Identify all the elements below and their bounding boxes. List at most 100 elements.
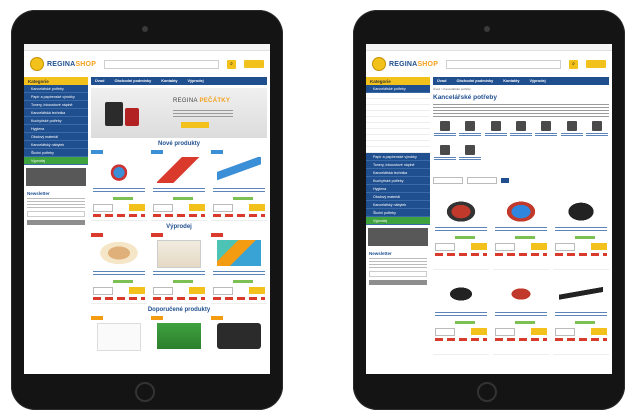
category-item[interactable]: Kancelářský nábytek bbox=[24, 141, 88, 149]
subcategory-tile[interactable] bbox=[535, 121, 558, 143]
category-item[interactable]: Obalový materiál bbox=[366, 193, 430, 201]
quantity-input[interactable] bbox=[495, 243, 515, 251]
category-item[interactable]: Tonery, inkoustové náplně bbox=[366, 161, 430, 169]
cart-button[interactable] bbox=[586, 60, 606, 68]
subcategory-tile[interactable] bbox=[433, 121, 456, 143]
home-button[interactable] bbox=[477, 382, 497, 402]
sale-badge bbox=[211, 233, 223, 237]
category-item[interactable]: Obalový materiál bbox=[24, 133, 88, 141]
nav-item[interactable]: Obchodní podmínky bbox=[115, 79, 152, 83]
home-button[interactable] bbox=[135, 382, 155, 402]
quantity-input[interactable] bbox=[495, 328, 515, 336]
quantity-input[interactable] bbox=[93, 287, 113, 295]
category-item[interactable]: Kancelářská technika bbox=[366, 169, 430, 177]
subcategory-tile[interactable] bbox=[458, 145, 482, 167]
product-card[interactable] bbox=[433, 274, 489, 355]
subcategory-tile[interactable] bbox=[509, 121, 532, 143]
logo[interactable]: REGINASHOP bbox=[30, 57, 96, 71]
newsletter-input[interactable] bbox=[27, 211, 85, 217]
product-card[interactable] bbox=[211, 316, 267, 374]
quantity-input[interactable] bbox=[153, 287, 173, 295]
nav-item[interactable]: Kontakty bbox=[503, 79, 519, 83]
product-card[interactable] bbox=[211, 150, 267, 221]
product-card[interactable] bbox=[91, 316, 147, 374]
buy-button[interactable] bbox=[471, 328, 487, 335]
nav-item[interactable]: Výprodej bbox=[187, 79, 203, 83]
buy-button[interactable] bbox=[249, 287, 265, 294]
newsletter-input[interactable] bbox=[369, 271, 427, 277]
product-card[interactable] bbox=[151, 316, 207, 374]
category-item[interactable]: Papír a papírenské výrobky bbox=[366, 153, 430, 161]
category-item[interactable]: Kancelářská technika bbox=[24, 109, 88, 117]
category-item[interactable]: Výprodej bbox=[24, 157, 88, 165]
nav-item[interactable]: Úvod bbox=[95, 79, 105, 83]
quantity-input[interactable] bbox=[93, 204, 113, 212]
quantity-input[interactable] bbox=[213, 204, 233, 212]
search-input[interactable] bbox=[104, 59, 219, 69]
search-button[interactable]: ⌕ bbox=[569, 59, 578, 69]
category-item[interactable]: Hygiena bbox=[366, 185, 430, 193]
product-card[interactable] bbox=[151, 150, 207, 221]
nav-item[interactable]: Výprodej bbox=[529, 79, 545, 83]
sort-select[interactable] bbox=[433, 176, 463, 184]
subcategory-tile[interactable] bbox=[433, 145, 456, 167]
banner-button[interactable] bbox=[181, 122, 209, 128]
product-card[interactable] bbox=[553, 189, 609, 270]
quantity-input[interactable] bbox=[435, 328, 455, 336]
subcategory-tile[interactable] bbox=[484, 121, 507, 143]
buy-button[interactable] bbox=[531, 243, 547, 250]
buy-button[interactable] bbox=[591, 243, 607, 250]
view-toggle[interactable] bbox=[501, 177, 509, 183]
product-card[interactable] bbox=[433, 189, 489, 270]
category-item[interactable]: Hygiena bbox=[24, 125, 88, 133]
buy-button[interactable] bbox=[129, 287, 145, 294]
buy-button[interactable] bbox=[531, 328, 547, 335]
category-item[interactable]: Výprodej bbox=[366, 217, 430, 225]
quantity-input[interactable] bbox=[555, 243, 575, 251]
new-badge bbox=[91, 150, 103, 154]
buy-button[interactable] bbox=[471, 243, 487, 250]
product-card[interactable] bbox=[553, 274, 609, 355]
newsletter-button[interactable] bbox=[27, 220, 85, 225]
screen-right: REGINASHOP ⌕ Kategorie Kancelářské potře… bbox=[366, 44, 612, 374]
buy-button[interactable] bbox=[591, 328, 607, 335]
product-card[interactable] bbox=[91, 233, 147, 304]
quantity-input[interactable] bbox=[435, 243, 455, 251]
category-item[interactable]: Tonery, inkoustové náplně bbox=[24, 101, 88, 109]
search-button[interactable]: ⌕ bbox=[227, 59, 236, 69]
filter-select[interactable] bbox=[467, 176, 497, 184]
category-item[interactable]: Školní potřeby bbox=[366, 209, 430, 217]
buy-button[interactable] bbox=[189, 287, 205, 294]
category-item[interactable]: Kuchyňské potřeby bbox=[366, 177, 430, 185]
buy-button[interactable] bbox=[189, 204, 205, 211]
buy-button[interactable] bbox=[129, 204, 145, 211]
stock-badge bbox=[515, 236, 535, 239]
subcategory-tile[interactable] bbox=[586, 121, 609, 143]
category-item[interactable]: Papír a papírenské výrobky bbox=[24, 93, 88, 101]
category-item[interactable]: Kancelářský nábytek bbox=[366, 201, 430, 209]
banner[interactable]: REGINA PEČÁTKY bbox=[91, 88, 267, 138]
product-card[interactable] bbox=[211, 233, 267, 304]
buy-button[interactable] bbox=[249, 204, 265, 211]
quantity-input[interactable] bbox=[153, 204, 173, 212]
category-item[interactable]: Školní potřeby bbox=[24, 149, 88, 157]
product-name bbox=[93, 271, 145, 276]
cart-button[interactable] bbox=[244, 60, 264, 68]
quantity-input[interactable] bbox=[555, 328, 575, 336]
product-card[interactable] bbox=[493, 189, 549, 270]
newsletter-button[interactable] bbox=[369, 280, 427, 285]
subcategory-tile[interactable] bbox=[458, 121, 482, 143]
category-item[interactable]: Kancelářské potřeby bbox=[24, 85, 88, 93]
nav-item[interactable]: Obchodní podmínky bbox=[457, 79, 494, 83]
category-item[interactable]: Kuchyňské potřeby bbox=[24, 117, 88, 125]
nav-item[interactable]: Kontakty bbox=[161, 79, 177, 83]
logo[interactable]: REGINASHOP bbox=[372, 57, 438, 71]
product-card[interactable] bbox=[493, 274, 549, 355]
product-card[interactable] bbox=[91, 150, 147, 221]
search-input[interactable] bbox=[446, 59, 561, 69]
nav-item[interactable]: Úvod bbox=[437, 79, 447, 83]
category-item[interactable]: Kancelářské potřeby bbox=[366, 85, 430, 93]
quantity-input[interactable] bbox=[213, 287, 233, 295]
product-card[interactable] bbox=[151, 233, 207, 304]
subcategory-tile[interactable] bbox=[560, 121, 583, 143]
